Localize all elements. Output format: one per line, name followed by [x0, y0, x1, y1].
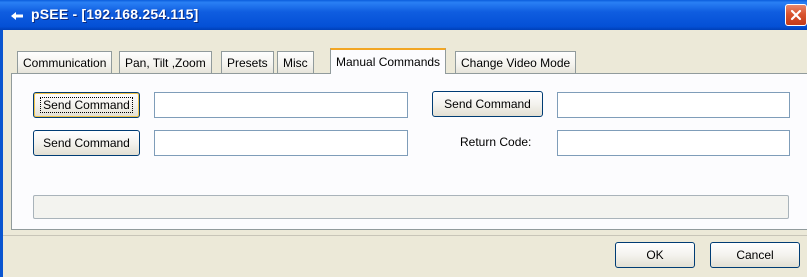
ok-button[interactable]: OK	[615, 242, 695, 268]
window-frame	[0, 30, 3, 277]
button-label: Send Command	[43, 136, 130, 150]
button-label: OK	[646, 248, 664, 262]
tab-label: Manual Commands	[336, 55, 441, 69]
command-input[interactable]	[557, 92, 790, 118]
tab-manual-commands[interactable]: Manual Commands	[330, 48, 447, 74]
tab-presets[interactable]: Presets	[221, 51, 274, 73]
send-command-button[interactable]: Send Command	[33, 92, 140, 118]
tab-label: Presets	[227, 56, 268, 70]
progress-bar	[33, 195, 789, 219]
divider	[3, 235, 807, 236]
tab-label: Pan, Tilt ,Zoom	[125, 56, 206, 70]
send-command-button[interactable]: Send Command	[432, 91, 543, 117]
tab-pan-tilt-zoom[interactable]: Pan, Tilt ,Zoom	[119, 51, 212, 73]
close-button[interactable]	[785, 4, 807, 26]
tab-misc[interactable]: Misc	[277, 51, 314, 73]
return-code-label: Return Code:	[460, 135, 532, 149]
button-label: Cancel	[736, 248, 774, 262]
cancel-button[interactable]: Cancel	[710, 242, 800, 268]
return-code-field[interactable]	[557, 130, 790, 156]
tab-label: Misc	[283, 56, 308, 70]
title-bar[interactable]: pSEE - [192.168.254.115]	[0, 0, 807, 30]
button-label: Send Command	[444, 97, 531, 111]
app-icon	[11, 12, 23, 20]
tab-change-video-mode[interactable]: Change Video Mode	[455, 51, 577, 73]
command-input[interactable]	[154, 130, 408, 156]
command-input[interactable]	[154, 92, 408, 118]
window-title: pSEE - [192.168.254.115]	[31, 6, 199, 22]
button-label: Send Command	[40, 97, 133, 113]
tab-label: Communication	[23, 56, 107, 70]
tab-communication[interactable]: Communication	[17, 51, 113, 73]
close-icon	[790, 9, 802, 21]
send-command-button[interactable]: Send Command	[33, 130, 140, 156]
tab-label: Change Video Mode	[461, 56, 571, 70]
